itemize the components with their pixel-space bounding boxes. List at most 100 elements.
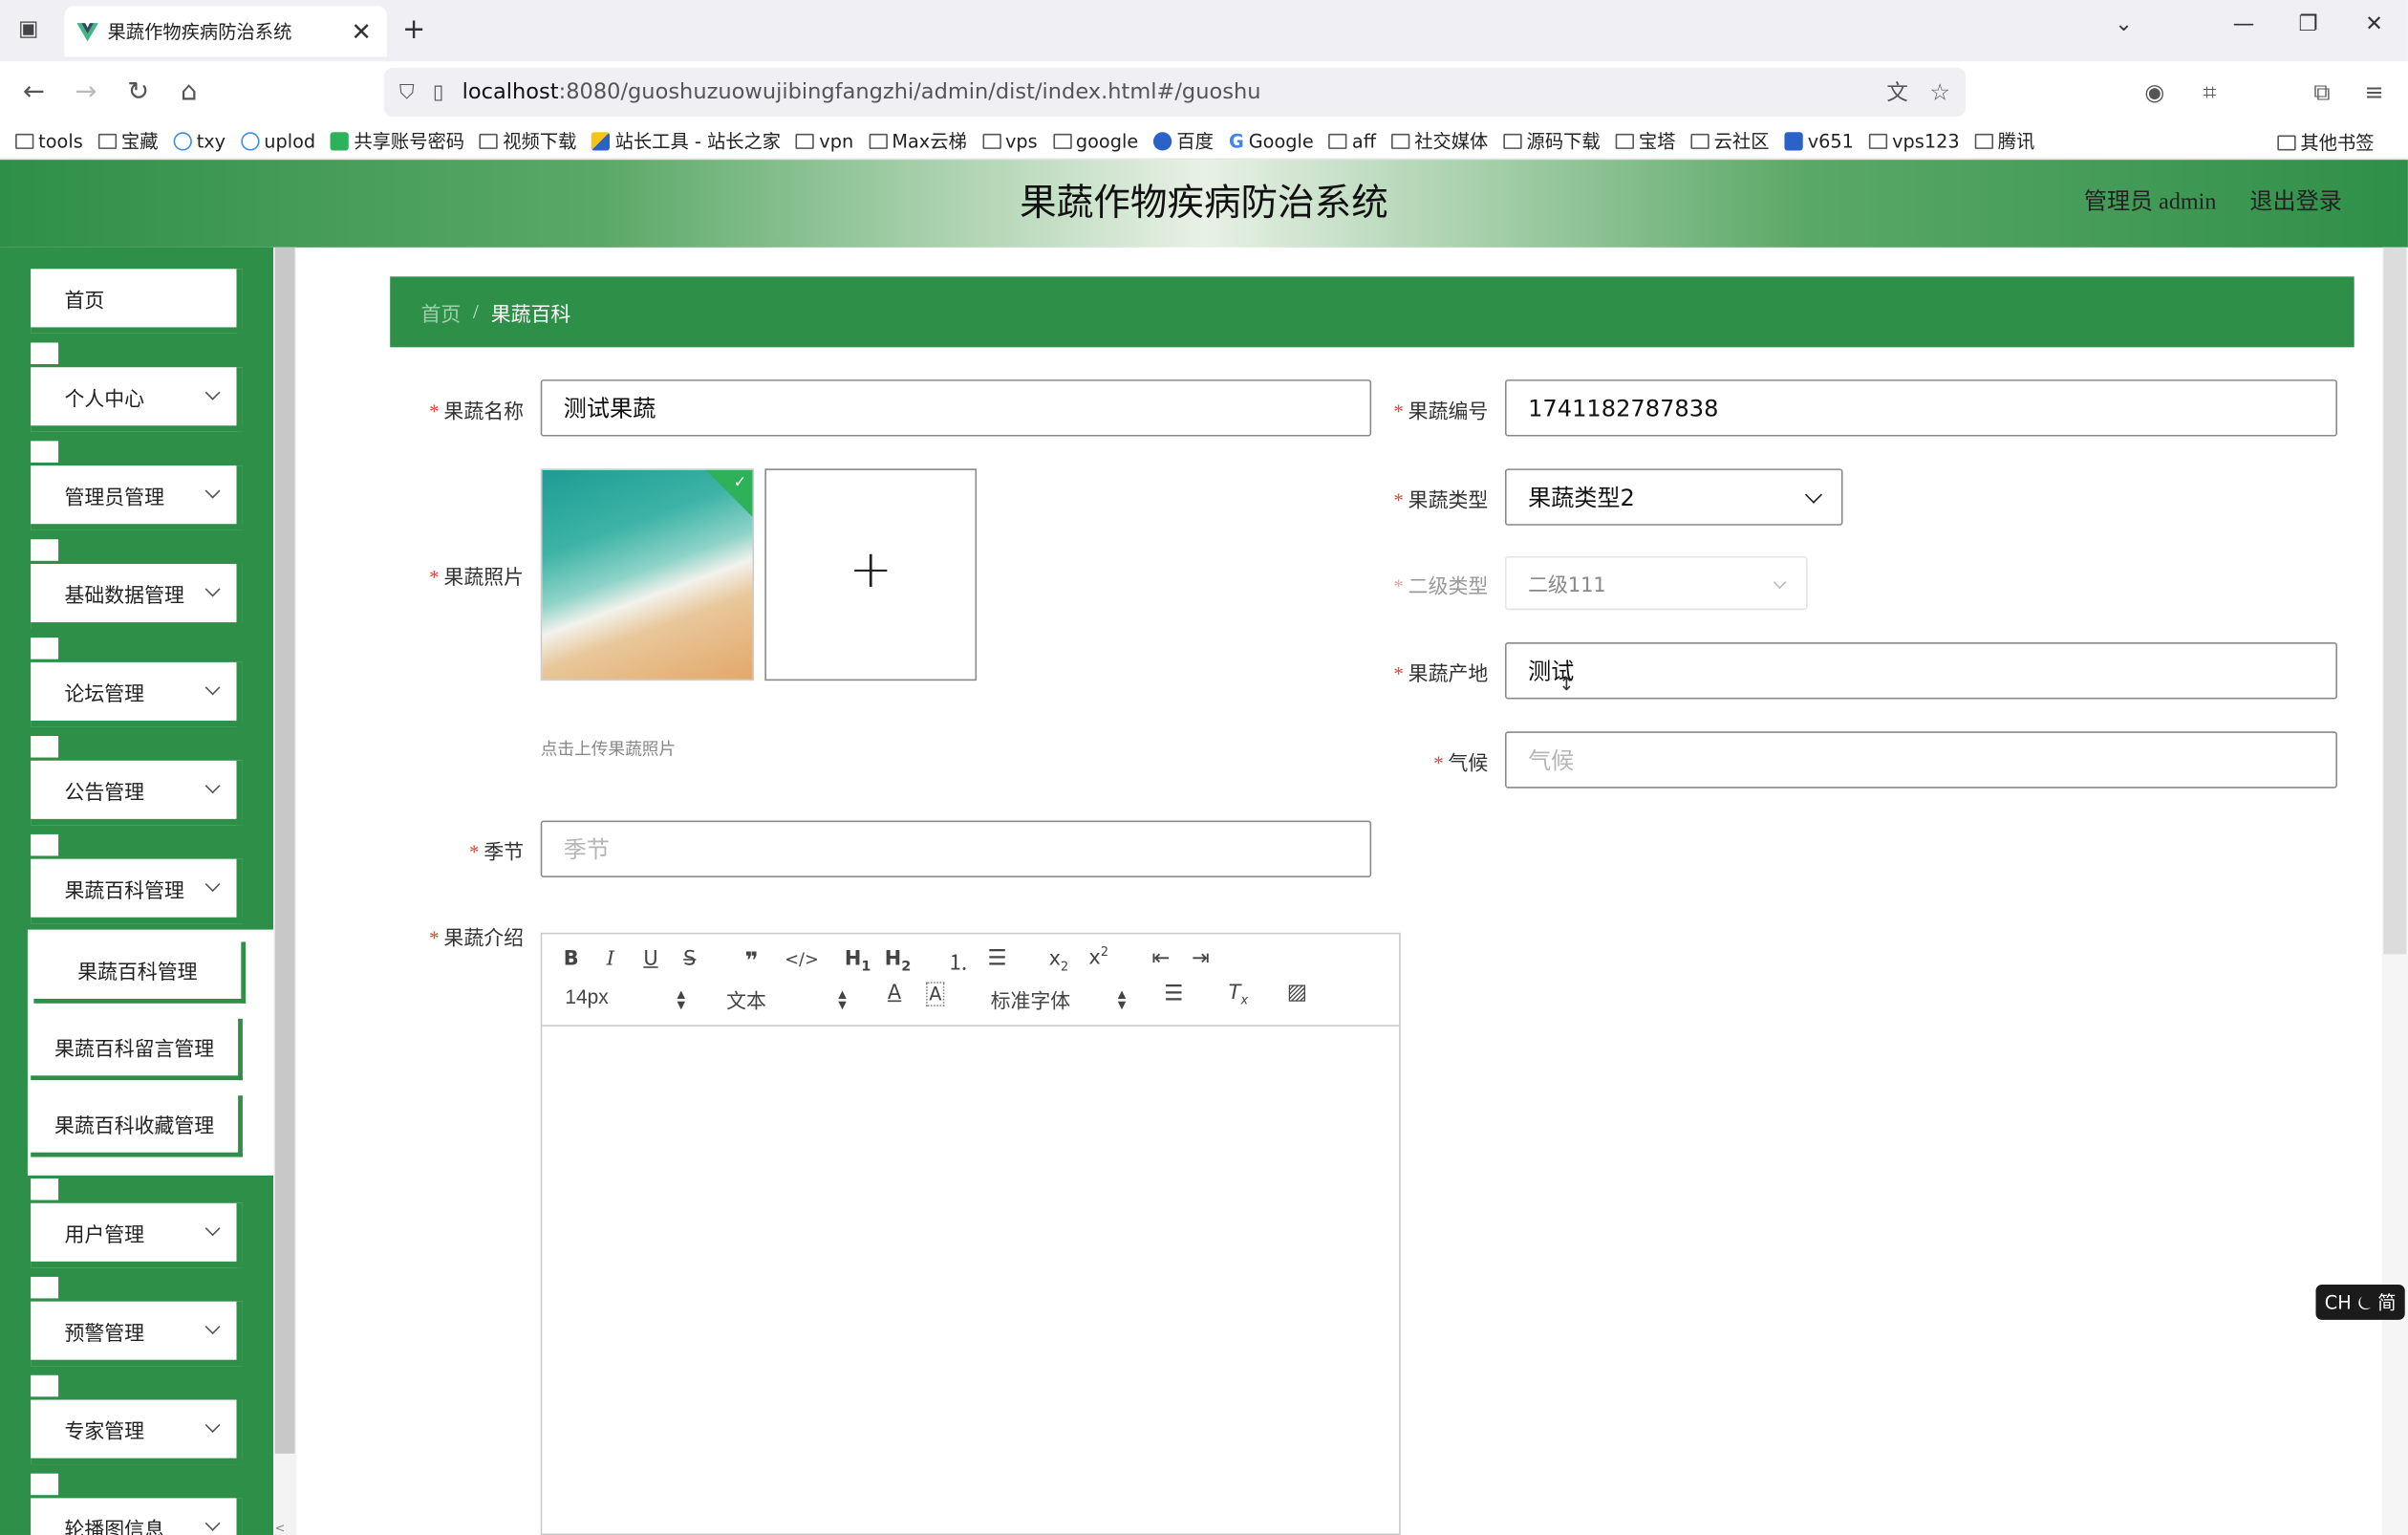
page-scrollbar-thumb[interactable] bbox=[2383, 247, 2407, 955]
bookmark-star-icon[interactable]: ☆ bbox=[1929, 78, 1950, 106]
other-bookmarks[interactable]: 其他书签 bbox=[2277, 129, 2375, 155]
sidebar-item-announcement[interactable]: 公告管理 bbox=[31, 760, 243, 826]
sidebar-item-users[interactable]: 用户管理 bbox=[31, 1202, 243, 1268]
sidebar-item-carousel[interactable]: 轮播图信息 bbox=[31, 1498, 243, 1535]
sidebar-item-experts[interactable]: 专家管理 bbox=[31, 1399, 243, 1465]
reload-icon[interactable]: ↻ bbox=[119, 74, 157, 111]
bookmark-folder[interactable]: Max云梯 bbox=[869, 127, 967, 153]
bookmark-link[interactable]: 站长工具 - 站长之家 bbox=[591, 127, 781, 153]
bookmark-folder[interactable]: vps bbox=[981, 130, 1038, 151]
subscript-icon[interactable]: x2 bbox=[1049, 948, 1069, 974]
clear-format-icon[interactable]: Tx bbox=[1229, 982, 1248, 1007]
translate-icon[interactable]: 文 bbox=[1886, 76, 1907, 107]
tab-overflow-chevron-icon[interactable]: ⌄ bbox=[2105, 12, 2142, 37]
back-icon[interactable]: ← bbox=[15, 74, 53, 111]
crop-extension-icon[interactable]: ⌗ bbox=[2195, 76, 2225, 107]
sidebar-item-home[interactable]: 首页 bbox=[31, 269, 243, 334]
bookmark-folder[interactable]: tools bbox=[15, 130, 83, 151]
outdent-icon[interactable]: ⇤ bbox=[1151, 946, 1170, 971]
bookmark-folder[interactable]: 社交媒体 bbox=[1391, 127, 1488, 153]
font-size-select[interactable]: 14px ▲ ▼ bbox=[565, 984, 688, 1011]
address-bar[interactable]: ⛉ ▯ localhost:8080/guoshuzuowujibingfang… bbox=[383, 67, 1967, 118]
upload-photo-button[interactable]: + bbox=[764, 468, 978, 681]
background-color-icon[interactable]: A bbox=[926, 982, 945, 1006]
climate-input[interactable]: 气候 bbox=[1504, 731, 2338, 789]
ordered-list-icon[interactable]: ⒈ bbox=[948, 946, 969, 977]
blockquote-icon[interactable]: ❞ bbox=[744, 946, 758, 974]
heading2-icon[interactable]: H2 bbox=[885, 948, 912, 975]
new-tab-icon[interactable]: + bbox=[402, 13, 425, 46]
sidebar-item-basic-data[interactable]: 基础数据管理 bbox=[31, 563, 243, 629]
italic-icon[interactable]: I bbox=[607, 948, 614, 971]
sidebar-item-forum[interactable]: 论坛管理 bbox=[31, 661, 243, 727]
font-color-icon[interactable]: A bbox=[888, 982, 901, 1005]
bookmark-link[interactable]: G Google bbox=[1229, 130, 1314, 152]
code-input[interactable]: 1741182787838 bbox=[1504, 379, 2338, 437]
menu-icon[interactable]: ≡ bbox=[2359, 76, 2390, 107]
bookmark-link[interactable]: txy bbox=[173, 130, 226, 151]
url-text: localhost:8080/guoshuzuowujibingfangzhi/… bbox=[462, 79, 1261, 105]
bookmark-folder[interactable]: google bbox=[1052, 130, 1138, 151]
sidebar-scrollbar-thumb[interactable] bbox=[274, 247, 295, 1454]
folder-icon bbox=[1328, 133, 1348, 149]
indent-icon[interactable]: ⇥ bbox=[1192, 946, 1210, 971]
page-info-icon[interactable]: ▯ bbox=[433, 80, 444, 103]
bookmark-folder[interactable]: 源码下载 bbox=[1503, 127, 1601, 153]
submenu-item-favorites[interactable]: 果蔬百科收藏管理 bbox=[31, 1095, 243, 1157]
sidebar-item-warning[interactable]: 预警管理 bbox=[31, 1301, 243, 1367]
close-window-icon[interactable]: ✕ bbox=[2355, 12, 2393, 37]
browser-tab-active[interactable]: 果蔬作物疾病防治系统 ✕ bbox=[64, 6, 387, 57]
submenu-item-comments[interactable]: 果蔬百科留言管理 bbox=[31, 1018, 243, 1081]
ime-indicator[interactable]: CH ⏾ 简 bbox=[2315, 1284, 2405, 1320]
bookmark-folder[interactable]: 腾讯 bbox=[1974, 127, 2034, 153]
account-icon[interactable]: ◉ bbox=[2139, 76, 2170, 107]
season-input[interactable]: 季节 bbox=[540, 820, 1372, 877]
font-family-select[interactable]: 标准字体 ▲ ▼ bbox=[991, 984, 1129, 1014]
close-tab-icon[interactable]: ✕ bbox=[348, 17, 375, 47]
sidebar-item-encyclopedia[interactable]: 果蔬百科管理 bbox=[31, 858, 243, 924]
bookmark-folder[interactable]: 宝塔 bbox=[1615, 127, 1675, 153]
origin-input[interactable]: 测试 bbox=[1504, 641, 2338, 700]
tab-list-icon[interactable]: ▣ bbox=[15, 17, 41, 43]
extensions-icon[interactable]: ⧉ bbox=[2307, 76, 2337, 107]
bullet-list-icon[interactable]: ☰ bbox=[987, 946, 1006, 971]
bookmark-folder[interactable]: 云社区 bbox=[1690, 127, 1770, 153]
type-select[interactable]: 果蔬类型2 bbox=[1504, 468, 1843, 526]
bookmark-folder[interactable]: vps123 bbox=[1869, 130, 1960, 151]
strikethrough-icon[interactable]: S bbox=[683, 948, 696, 971]
bookmark-folder[interactable]: 宝藏 bbox=[97, 127, 159, 153]
shield-icon[interactable]: ⛉ bbox=[399, 80, 415, 103]
superscript-icon[interactable]: x2 bbox=[1088, 945, 1108, 970]
logout-button[interactable]: 退出登录 bbox=[2249, 160, 2341, 248]
minimize-window-icon[interactable]: — bbox=[2225, 12, 2263, 37]
paragraph-select[interactable]: 文本 ▲ ▼ bbox=[726, 984, 849, 1014]
image-icon[interactable]: ▨ bbox=[1287, 981, 1307, 1005]
bookmark-folder[interactable]: vpn bbox=[796, 130, 853, 151]
rich-text-editor[interactable]: B I U S ❞ </> H1 H2 ⒈ ☰ x2 x2 ⇤ ⇥ 14px ▲ ▼… bbox=[540, 932, 1401, 1535]
name-input[interactable]: 测试果蔬 bbox=[540, 379, 1372, 437]
folder-icon bbox=[1974, 133, 1993, 149]
bookmark-link[interactable]: 百度 bbox=[1153, 127, 1214, 153]
forward-icon[interactable]: → bbox=[68, 74, 105, 111]
uploaded-photo-thumbnail[interactable]: ✓ bbox=[540, 468, 755, 681]
bookmark-link[interactable]: uplod bbox=[241, 130, 315, 151]
restore-window-icon[interactable]: ❐ bbox=[2290, 12, 2327, 37]
underline-icon[interactable]: U bbox=[643, 948, 657, 971]
bookmark-link[interactable]: 共享账号密码 bbox=[331, 127, 464, 153]
home-icon[interactable]: ⌂ bbox=[170, 74, 207, 111]
bookmark-folder[interactable]: aff bbox=[1328, 130, 1376, 151]
code-block-icon[interactable]: </> bbox=[785, 949, 819, 969]
subtype-select[interactable]: 二级111 bbox=[1504, 555, 1808, 611]
sidebar-item-personal-center[interactable]: 个人中心 bbox=[31, 367, 243, 432]
plus-icon: + bbox=[849, 539, 893, 601]
align-icon[interactable]: ☰ bbox=[1164, 982, 1183, 1006]
heading1-icon[interactable]: H1 bbox=[845, 948, 871, 975]
breadcrumb-home[interactable]: 首页 bbox=[420, 297, 461, 327]
scroll-left-icon[interactable]: < bbox=[275, 1522, 286, 1535]
photo-label: * 果蔬照片 bbox=[429, 565, 525, 589]
sidebar-item-admin-management[interactable]: 管理员管理 bbox=[31, 465, 243, 530]
bold-icon[interactable]: B bbox=[564, 948, 579, 971]
submenu-item-encyclopedia[interactable]: 果蔬百科管理 bbox=[33, 941, 247, 1004]
bookmark-link[interactable]: v651 bbox=[1784, 130, 1854, 151]
bookmark-folder[interactable]: 视频下载 bbox=[480, 127, 576, 153]
